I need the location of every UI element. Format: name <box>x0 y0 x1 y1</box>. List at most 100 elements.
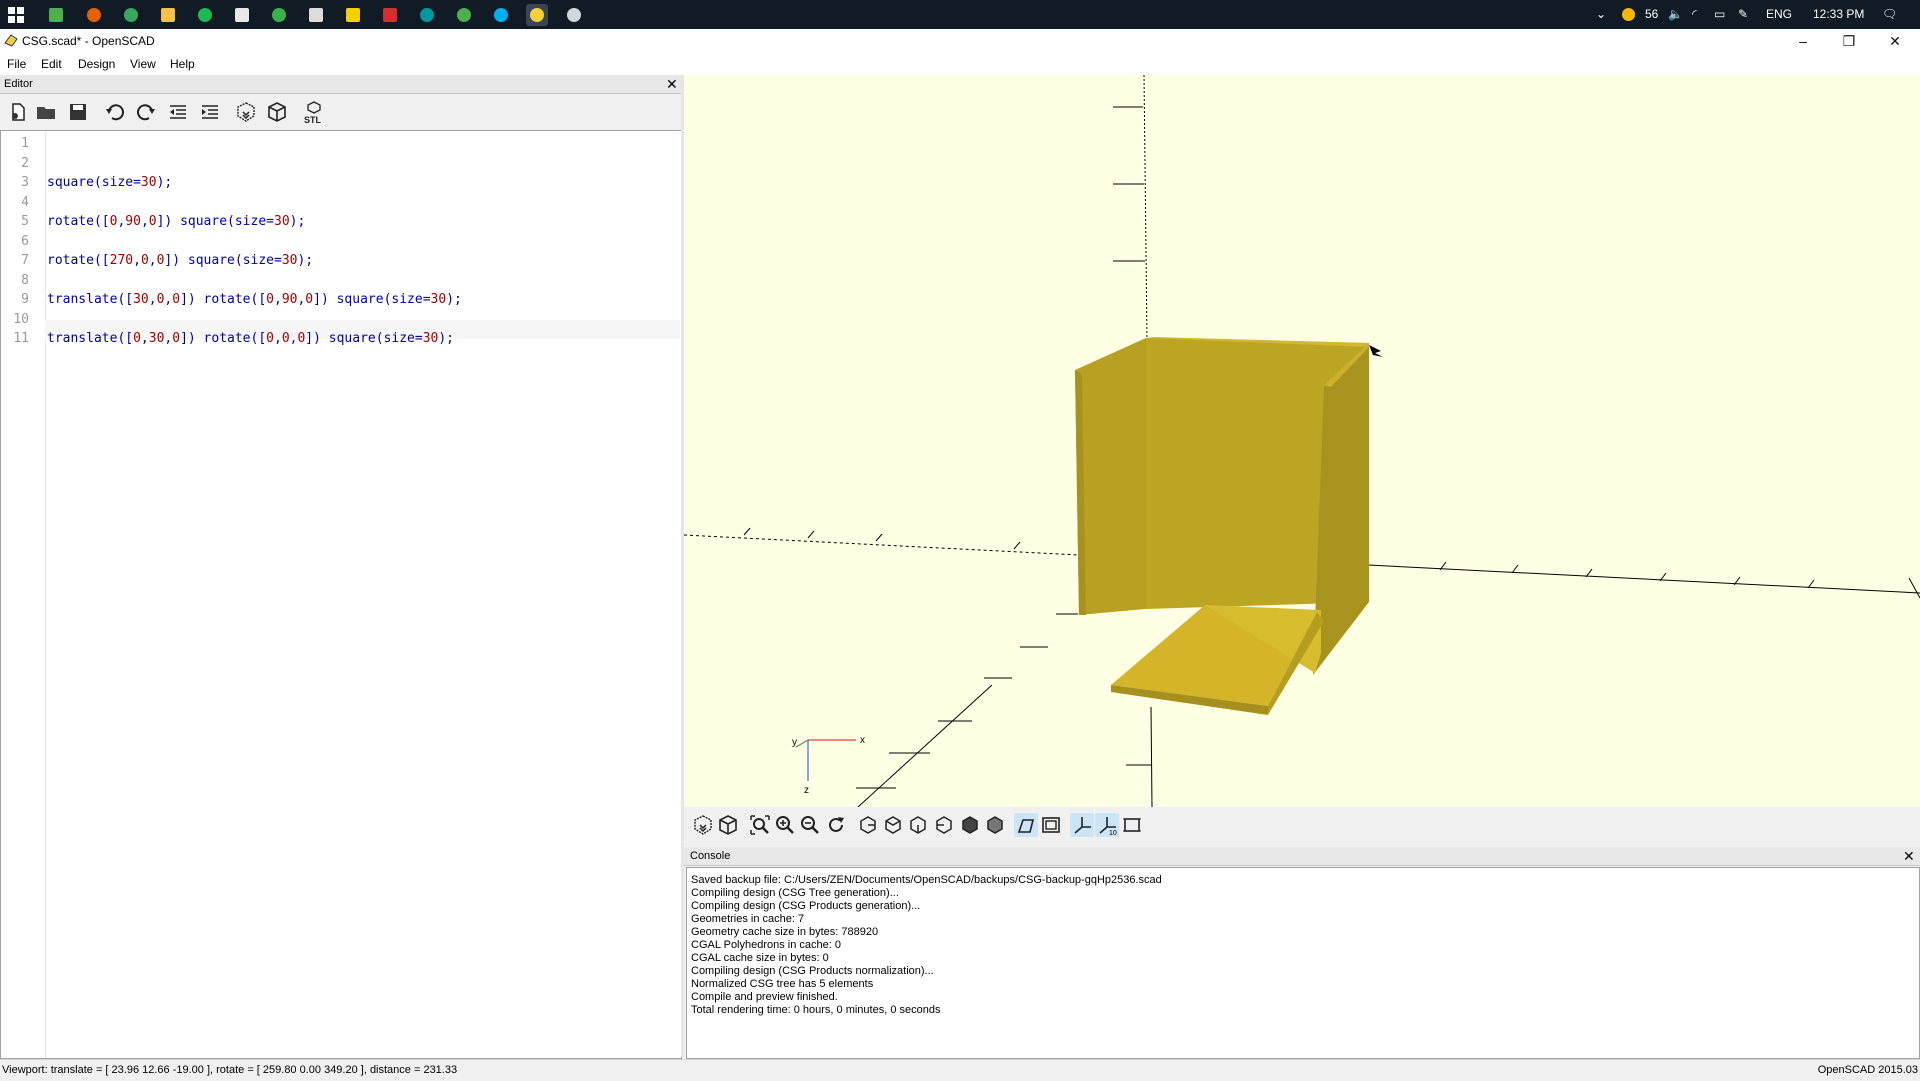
mouse-pointer-icon <box>1369 345 1383 357</box>
preview-icon[interactable] <box>234 100 258 124</box>
console-line: Compiling design (CSG Tree generation)..… <box>691 887 899 899</box>
openscad-logo-icon <box>4 34 18 47</box>
3d-viewport[interactable]: x y z <box>684 75 1920 807</box>
editor-close-icon[interactable]: ✕ <box>666 75 678 93</box>
editor-dock-header: Editor ✕ <box>0 75 682 94</box>
media-app-icon[interactable] <box>305 4 327 26</box>
minimize-button[interactable]: – <box>1780 29 1826 53</box>
code-line[interactable]: translate([0,30,0]) rotate([0,0,0]) squa… <box>47 331 454 346</box>
view-right-icon[interactable] <box>856 813 880 837</box>
console-line: Compiling design (CSG Products normaliza… <box>691 965 934 977</box>
viewport-status: Viewport: translate = [ 23.96 12.66 -19.… <box>2 1064 458 1076</box>
indent-icon[interactable] <box>198 100 222 124</box>
export-stl-icon[interactable]: STL <box>302 100 326 125</box>
window-titlebar: CSG.scad* - OpenSCAD – ❐ ✕ <box>0 29 1920 53</box>
code-line[interactable]: rotate([0,90,0]) square(size=30); <box>47 214 305 229</box>
battery-icon[interactable]: ▭ <box>1714 0 1725 29</box>
skype-icon[interactable] <box>490 4 512 26</box>
line-number: 3 <box>21 175 29 190</box>
menu-edit[interactable]: Edit <box>41 57 62 71</box>
code-line[interactable]: translate([30,0,0]) rotate([0,90,0]) squ… <box>47 292 462 307</box>
tray-chevron-icon[interactable]: ⌄ <box>1596 0 1606 29</box>
orthogonal-icon[interactable] <box>1039 813 1063 837</box>
render-icon[interactable] <box>265 100 289 124</box>
arrow-app-icon[interactable] <box>268 4 290 26</box>
reset-view-icon[interactable] <box>824 813 848 837</box>
wall-left <box>1075 338 1146 615</box>
line-number: 10 <box>13 311 29 327</box>
tray-language[interactable]: ENG <box>1766 0 1792 29</box>
windows-start-icon[interactable] <box>8 7 24 23</box>
menu-view[interactable]: View <box>130 57 156 71</box>
notifications-icon[interactable]: 🗨 <box>1882 0 1897 29</box>
taskbar-app-green-icon[interactable] <box>45 4 67 26</box>
stl-label: STL <box>304 115 322 124</box>
gizmo-y-label: y <box>792 737 797 748</box>
x-axis-positive <box>1367 564 1920 594</box>
show-scale-icon[interactable]: 10 <box>1095 813 1119 837</box>
firefox-icon[interactable] <box>83 4 105 26</box>
menu-file[interactable]: File <box>7 57 26 71</box>
view-top-icon[interactable] <box>881 813 905 837</box>
volume-icon[interactable]: 🔈 <box>1668 0 1683 29</box>
git-icon[interactable] <box>231 4 253 26</box>
sticky-notes-icon[interactable] <box>342 4 364 26</box>
pen-icon[interactable]: ✎ <box>1738 0 1748 29</box>
console-output[interactable]: Saved backup file: C:/Users/ZEN/Document… <box>686 867 1920 1059</box>
code-line[interactable]: square(size=30); <box>47 175 172 190</box>
restore-button[interactable]: ❐ <box>1826 29 1872 53</box>
perspective-icon[interactable] <box>1014 813 1038 837</box>
close-window-button[interactable]: ✕ <box>1872 29 1918 53</box>
show-edges-icon[interactable] <box>1120 813 1144 837</box>
menu-help[interactable]: Help <box>170 57 195 71</box>
view-bottom-icon[interactable] <box>906 813 930 837</box>
save-file-icon[interactable] <box>66 100 90 124</box>
view-left-icon[interactable] <box>932 813 956 837</box>
weather-icon <box>1622 0 1635 29</box>
gizmo-x-label: x <box>860 735 865 746</box>
tray-clock[interactable]: 12:33 PM <box>1813 0 1864 29</box>
console-dock-header: Console ✕ <box>684 847 1920 866</box>
unindent-icon[interactable] <box>166 100 190 124</box>
taskbar-app-globe-icon[interactable] <box>563 4 585 26</box>
view-toolbar: 10 <box>684 807 1920 843</box>
version-label: OpenSCAD 2015.03 <box>1817 1064 1918 1076</box>
view-back-icon[interactable] <box>983 813 1007 837</box>
view-front-icon[interactable] <box>958 813 982 837</box>
console-title: Console <box>690 850 731 862</box>
redo-icon[interactable] <box>134 100 158 124</box>
wifi-icon[interactable]: ◜ <box>1692 0 1697 29</box>
console-line: CGAL Polyhedrons in cache: 0 <box>691 939 842 951</box>
line-number: 11 <box>13 331 29 346</box>
line-number: 5 <box>21 214 29 229</box>
svg-text:10: 10 <box>1109 830 1117 837</box>
line-number: 9 <box>21 292 29 307</box>
zoom-in-icon[interactable] <box>773 813 797 837</box>
file-explorer-icon[interactable] <box>157 4 179 26</box>
open-file-icon[interactable] <box>34 100 58 124</box>
view-preview-icon[interactable] <box>691 813 715 837</box>
arduino-icon[interactable] <box>416 4 438 26</box>
code-editor[interactable]: 1 2 3 4 5 6 7 8 9 10 11 square(size=30); rotate([0,… <box>0 130 682 1059</box>
line-number: 6 <box>21 233 29 249</box>
line-number: 8 <box>21 272 29 288</box>
console-line: Saved backup file: C:/Users/ZEN/Document… <box>691 874 1162 886</box>
console-close-icon[interactable]: ✕ <box>1903 847 1915 865</box>
undo-icon[interactable] <box>103 100 127 124</box>
code-line[interactable]: rotate([270,0,0]) square(size=30); <box>47 253 313 268</box>
y-axis-negative <box>684 534 1080 556</box>
chrome-icon[interactable] <box>120 4 142 26</box>
acrobat-icon[interactable] <box>379 4 401 26</box>
y-axis-positive <box>857 684 993 807</box>
new-file-icon[interactable] <box>6 100 30 124</box>
view-render-icon[interactable] <box>716 813 740 837</box>
spotify-icon[interactable] <box>194 4 216 26</box>
view-all-icon[interactable] <box>748 813 772 837</box>
line-number: 1 <box>21 136 29 151</box>
console-lines: Saved backup file: C:/Users/ZEN/Document… <box>687 868 1919 1017</box>
menu-design[interactable]: Design <box>78 57 115 71</box>
show-axes-icon[interactable] <box>1070 813 1094 837</box>
openscad-taskbar-icon[interactable] <box>526 4 548 26</box>
chrome-app-icon[interactable] <box>453 4 475 26</box>
zoom-out-icon[interactable] <box>798 813 822 837</box>
